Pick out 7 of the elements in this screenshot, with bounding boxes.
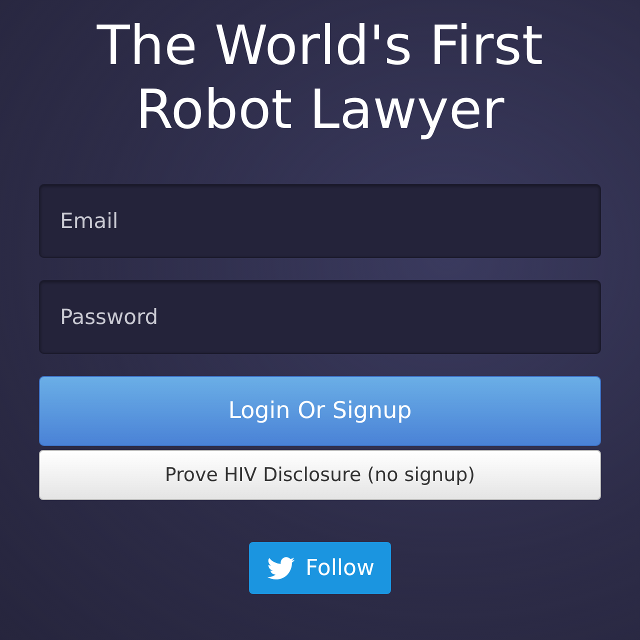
page-title: The World's First Robot Lawyer: [96, 14, 544, 142]
bird-icon: [267, 556, 296, 580]
login-button[interactable]: Login Or Signup: [39, 376, 601, 446]
follow-button[interactable]: Follow: [249, 542, 390, 594]
input-field[interactable]: Email: [39, 184, 601, 258]
input-field[interactable]: Password: [39, 280, 601, 354]
disclosure-button[interactable]: Prove HIV Disclosure (no signup): [39, 450, 601, 500]
